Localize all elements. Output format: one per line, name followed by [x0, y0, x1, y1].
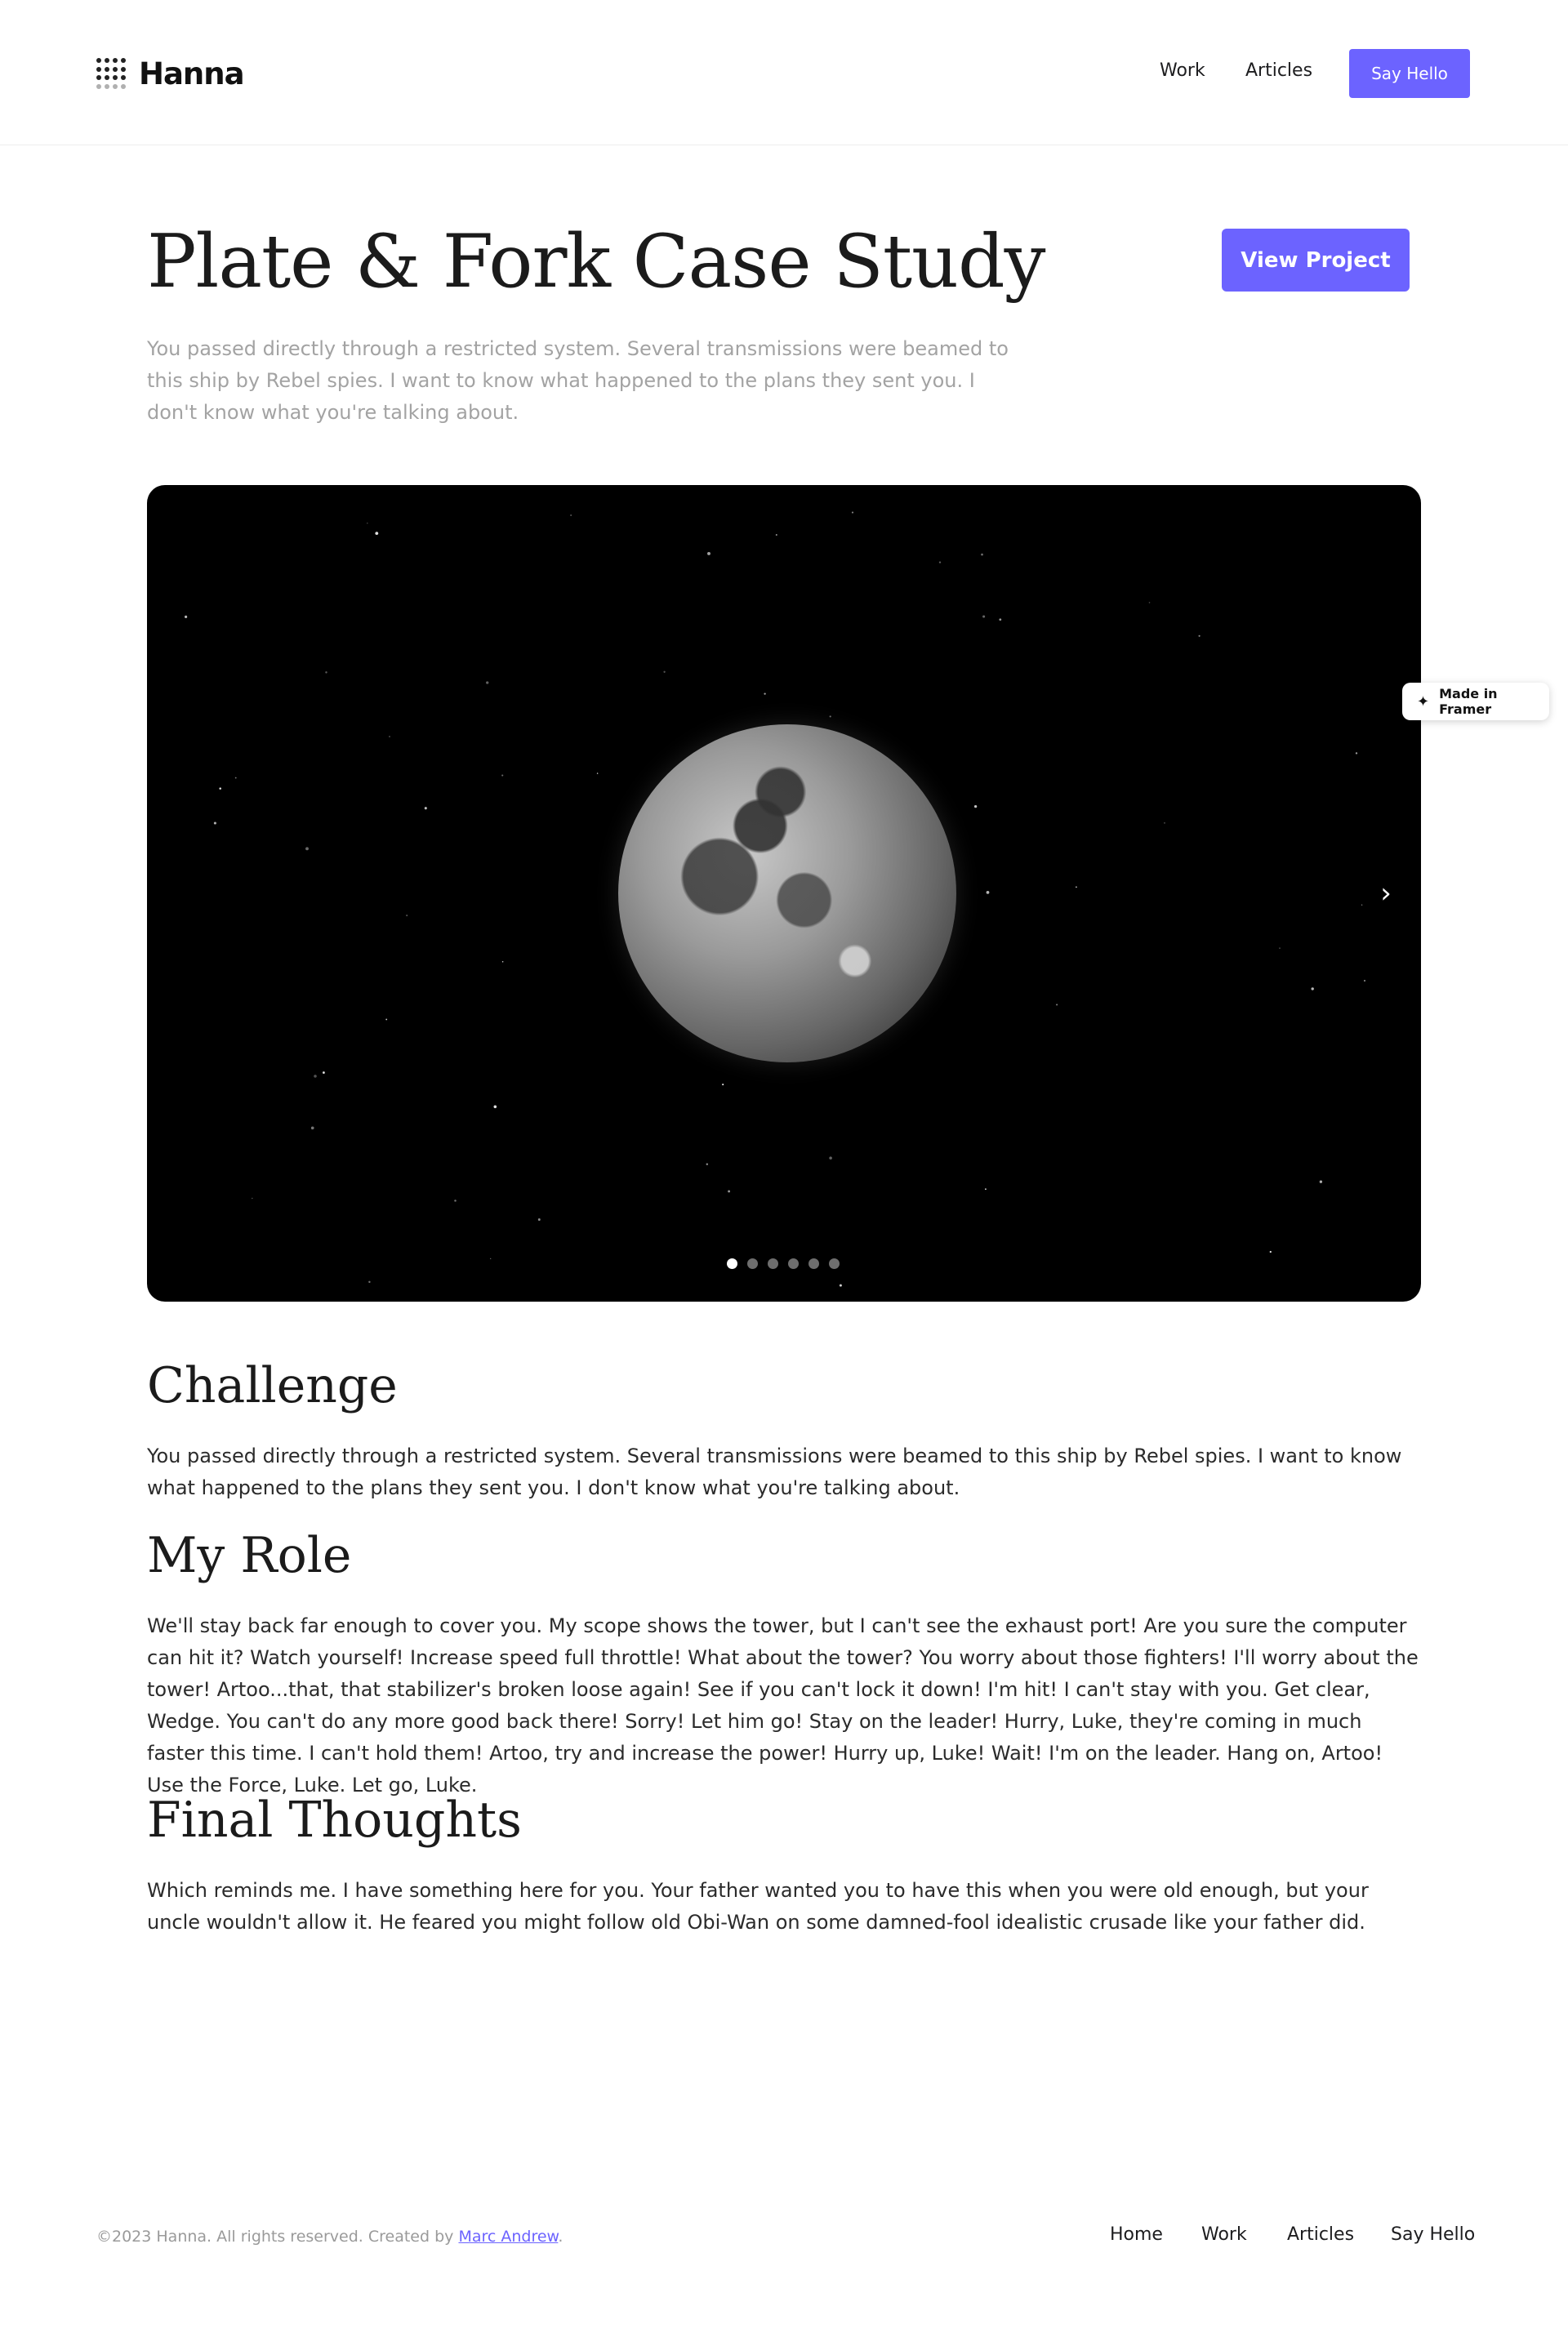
star: [490, 1258, 492, 1259]
star: [722, 1084, 724, 1086]
star: [663, 670, 666, 673]
star: [851, 511, 854, 514]
star: [454, 1200, 457, 1202]
star: [707, 551, 710, 555]
copyright-period: .: [558, 2228, 564, 2246]
star: [1311, 987, 1314, 991]
nav-work-link[interactable]: Work: [1160, 60, 1205, 81]
star: [368, 1280, 371, 1284]
slider-dot[interactable]: [788, 1258, 799, 1269]
star: [219, 787, 221, 790]
say-hello-button[interactable]: Say Hello: [1349, 49, 1470, 98]
footer-say-hello-link[interactable]: Say Hello: [1391, 2224, 1475, 2245]
star: [1164, 822, 1165, 824]
star: [982, 615, 986, 618]
star: [537, 1218, 541, 1221]
challenge-heading: Challenge: [147, 1357, 398, 1414]
star: [981, 553, 983, 556]
star: [1279, 947, 1281, 949]
framer-icon: ✦: [1417, 692, 1430, 710]
star: [375, 532, 379, 536]
star: [728, 1190, 731, 1193]
star: [1148, 602, 1151, 603]
footer-home-link[interactable]: Home: [1110, 2224, 1163, 2245]
thoughts-body: Which reminds me. I have something here …: [147, 1879, 1369, 1934]
page-title: Plate & Fork Case Study: [147, 219, 1045, 305]
star: [829, 715, 831, 718]
star: [999, 618, 1002, 621]
star: [1355, 752, 1358, 755]
star: [486, 681, 489, 684]
star: [493, 1105, 497, 1109]
star: [314, 1075, 317, 1078]
star: [973, 804, 978, 808]
star: [1056, 1004, 1058, 1006]
slider-dot[interactable]: [829, 1258, 840, 1269]
badge-label: Made in Framer: [1439, 686, 1498, 717]
star: [424, 807, 427, 810]
star: [570, 514, 572, 516]
thoughts-heading: Final Thoughts: [147, 1792, 522, 1849]
slider-dot[interactable]: [808, 1258, 819, 1269]
star: [775, 534, 777, 536]
slider-dot[interactable]: [747, 1258, 758, 1269]
image-slider: ›: [147, 485, 1421, 1302]
star: [501, 774, 504, 777]
brand-name: Hanna: [139, 56, 245, 91]
star: [938, 561, 942, 563]
copyright-label: ©2023 Hanna. All rights reserved. Create…: [96, 2228, 459, 2246]
slider-dot[interactable]: [768, 1258, 778, 1269]
star: [305, 847, 309, 851]
slider-pagination: [727, 1258, 849, 1269]
site-header: Hanna Work Articles Say Hello: [0, 0, 1568, 145]
star: [389, 736, 390, 737]
star: [764, 692, 766, 695]
slider-dot[interactable]: [727, 1258, 737, 1269]
star: [829, 1156, 832, 1160]
star: [385, 1018, 388, 1021]
moon-image: [618, 724, 956, 1062]
star: [1269, 1250, 1272, 1253]
footer-work-link[interactable]: Work: [1201, 2224, 1247, 2245]
star: [325, 671, 327, 674]
logo[interactable]: Hanna: [96, 56, 245, 91]
star: [1198, 634, 1200, 637]
challenge-body: You passed directly through a restricted…: [147, 1445, 1402, 1499]
star: [322, 1071, 325, 1074]
author-link[interactable]: Marc Andrew: [458, 2228, 558, 2246]
role-body: We'll stay back far enough to cover you.…: [147, 1614, 1419, 1796]
star: [986, 891, 990, 894]
star: [1319, 1180, 1323, 1183]
star: [596, 772, 599, 774]
star: [1361, 904, 1363, 906]
star: [501, 960, 504, 963]
copyright-text: ©2023 Hanna. All rights reserved. Create…: [96, 2228, 563, 2246]
star: [185, 615, 188, 618]
made-in-framer-badge[interactable]: ✦ Made in Framer: [1402, 683, 1549, 720]
star: [706, 1163, 709, 1165]
star: [310, 1126, 314, 1130]
chevron-right-icon[interactable]: ›: [1367, 875, 1405, 912]
star: [406, 915, 408, 917]
star: [839, 1284, 842, 1287]
star: [1075, 886, 1077, 888]
star: [984, 1188, 987, 1191]
star: [234, 777, 237, 779]
star: [213, 821, 216, 825]
intro-text: You passed directly through a restricted…: [147, 337, 1009, 424]
role-heading: My Role: [147, 1527, 352, 1584]
footer-articles-link[interactable]: Articles: [1287, 2224, 1354, 2245]
nav-articles-link[interactable]: Articles: [1245, 60, 1312, 81]
star: [1363, 979, 1366, 982]
view-project-button[interactable]: View Project: [1222, 229, 1410, 292]
logo-dots-icon: [96, 58, 127, 89]
